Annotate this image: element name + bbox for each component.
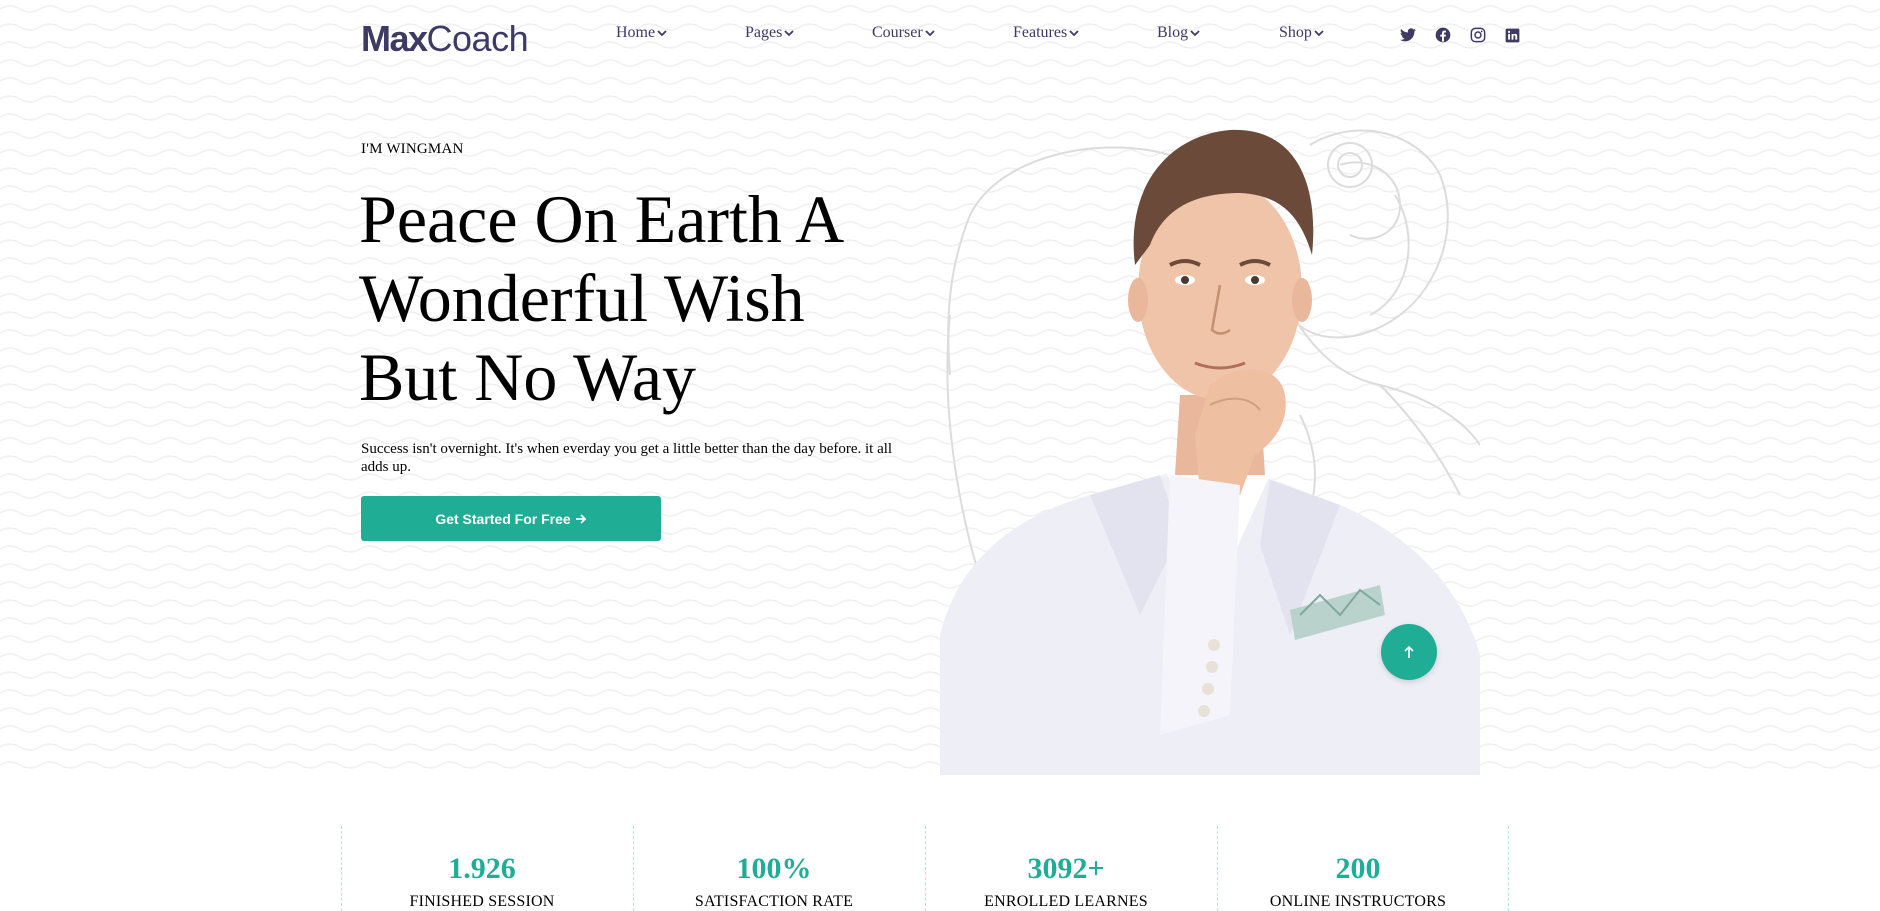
chevron-down-icon xyxy=(657,30,667,37)
chevron-down-icon xyxy=(925,30,935,37)
stat-label: ENROLLED LEARNES xyxy=(984,893,1148,910)
nav-item-label: Courser xyxy=(872,24,923,41)
scroll-to-top-button[interactable] xyxy=(1381,624,1437,680)
stat-label: FINISHED SESSION xyxy=(409,893,555,910)
site-header: MaxCoach Home Pages Courser Features Blo… xyxy=(0,0,1880,76)
nav-item-pages[interactable]: Pages xyxy=(745,24,795,42)
nav-item-courser[interactable]: Courser xyxy=(872,24,936,42)
arrow-up-icon xyxy=(1404,645,1414,658)
facebook-icon[interactable] xyxy=(1434,26,1452,44)
stat-label: SATISFACTION RATE xyxy=(694,893,854,910)
stat-item: 100% SATISFACTION RATE xyxy=(633,826,925,911)
logo-bold-text: Max xyxy=(361,18,428,59)
hero-headline: Peace On Earth A Wonderful Wish But No W… xyxy=(359,180,919,417)
stats-section: 1.926 FINISHED SESSION 100% SATISFACTION… xyxy=(0,776,1880,911)
instagram-icon[interactable] xyxy=(1469,26,1487,44)
chevron-down-icon xyxy=(1314,30,1324,37)
chevron-down-icon xyxy=(784,30,794,37)
nav-item-features[interactable]: Features xyxy=(1013,24,1080,42)
hero-eyebrow: I'M WINGMAN xyxy=(361,141,464,157)
arrow-right-icon xyxy=(575,513,586,524)
headline-line-2: Wonderful Wish xyxy=(359,260,805,336)
nav-item-home[interactable]: Home xyxy=(616,24,668,42)
nav-item-label: Pages xyxy=(745,24,783,41)
site-logo[interactable]: MaxCoach xyxy=(361,14,529,64)
logo-light-text: Coach xyxy=(426,18,529,59)
chevron-down-icon xyxy=(1190,30,1200,37)
linkedin-icon[interactable] xyxy=(1503,26,1521,44)
nav-item-blog[interactable]: Blog xyxy=(1157,24,1201,42)
get-started-button[interactable]: Get Started For Free xyxy=(361,496,661,541)
nav-item-label: Blog xyxy=(1157,24,1189,41)
stat-label: ONLINE INSTRUCTORS xyxy=(1269,893,1447,910)
cta-label: Get Started For Free xyxy=(435,510,571,527)
nav-item-label: Home xyxy=(616,24,656,41)
stat-value: 100% xyxy=(736,852,812,885)
chevron-down-icon xyxy=(1069,30,1079,37)
stat-item: 3092+ ENROLLED LEARNES xyxy=(925,826,1217,911)
nav-item-label: Features xyxy=(1013,24,1068,41)
stat-item: 1.926 FINISHED SESSION xyxy=(341,826,633,911)
nav-item-shop[interactable]: Shop xyxy=(1279,24,1325,42)
headline-line-3: But No Way xyxy=(359,339,697,415)
stat-value: 1.926 xyxy=(448,852,516,885)
headline-line-1: Peace On Earth A xyxy=(359,181,845,257)
stat-value: 200 xyxy=(1335,852,1381,885)
hero-lead-text: Success isn't overnight. It's when everd… xyxy=(361,441,893,475)
twitter-icon[interactable] xyxy=(1399,26,1417,44)
stat-item: 200 ONLINE INSTRUCTORS xyxy=(1217,826,1509,911)
stat-value: 3092+ xyxy=(1027,852,1105,885)
nav-item-label: Shop xyxy=(1279,24,1312,41)
